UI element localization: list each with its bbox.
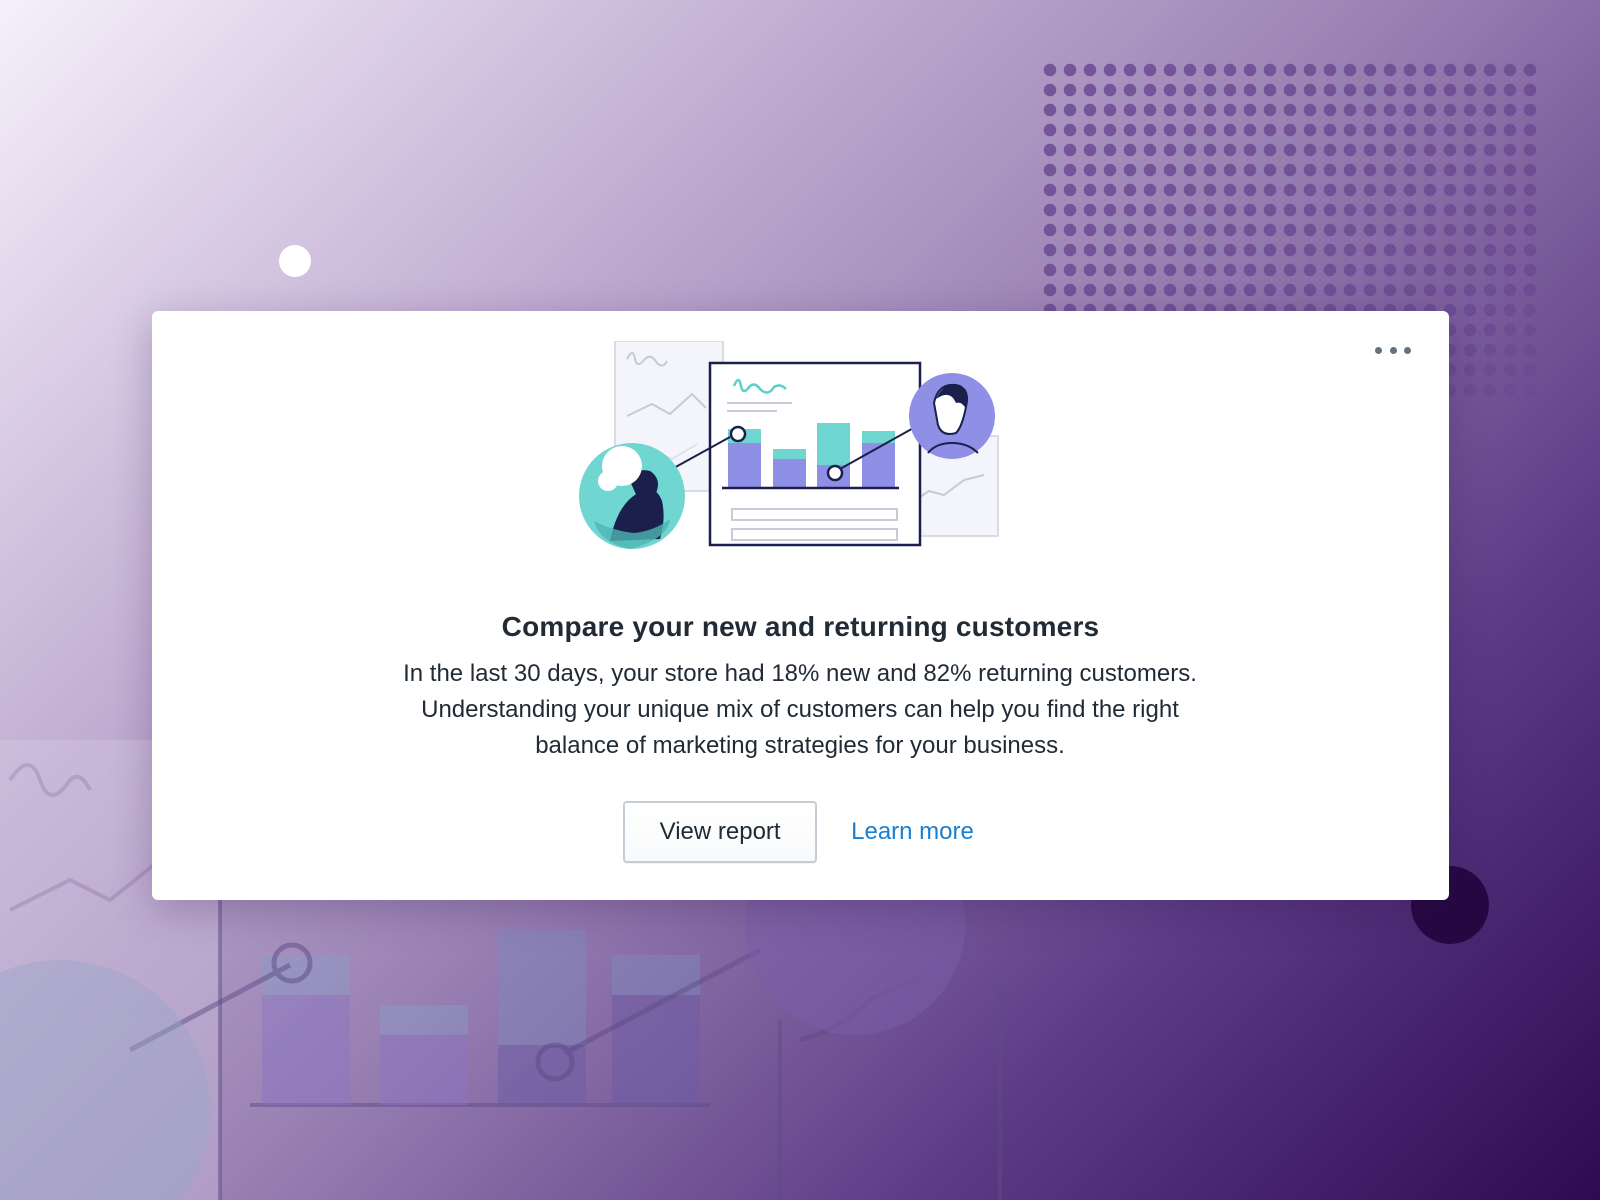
- customers-chart-illustration: [579, 341, 999, 549]
- learn-more-link[interactable]: Learn more: [847, 818, 978, 846]
- more-options-button[interactable]: [1375, 341, 1411, 359]
- decorative-white-dot: [279, 245, 311, 277]
- view-report-button[interactable]: View report: [623, 801, 818, 863]
- card-title: Compare your new and returning customers: [501, 611, 1100, 642]
- customer-insight-card: Compare your new and returning customers…: [152, 311, 1449, 900]
- card-actions: View report Learn more: [152, 801, 1449, 863]
- card-description: In the last 30 days, your store had 18% …: [403, 660, 1197, 759]
- more-horizontal-icon: [1375, 346, 1382, 354]
